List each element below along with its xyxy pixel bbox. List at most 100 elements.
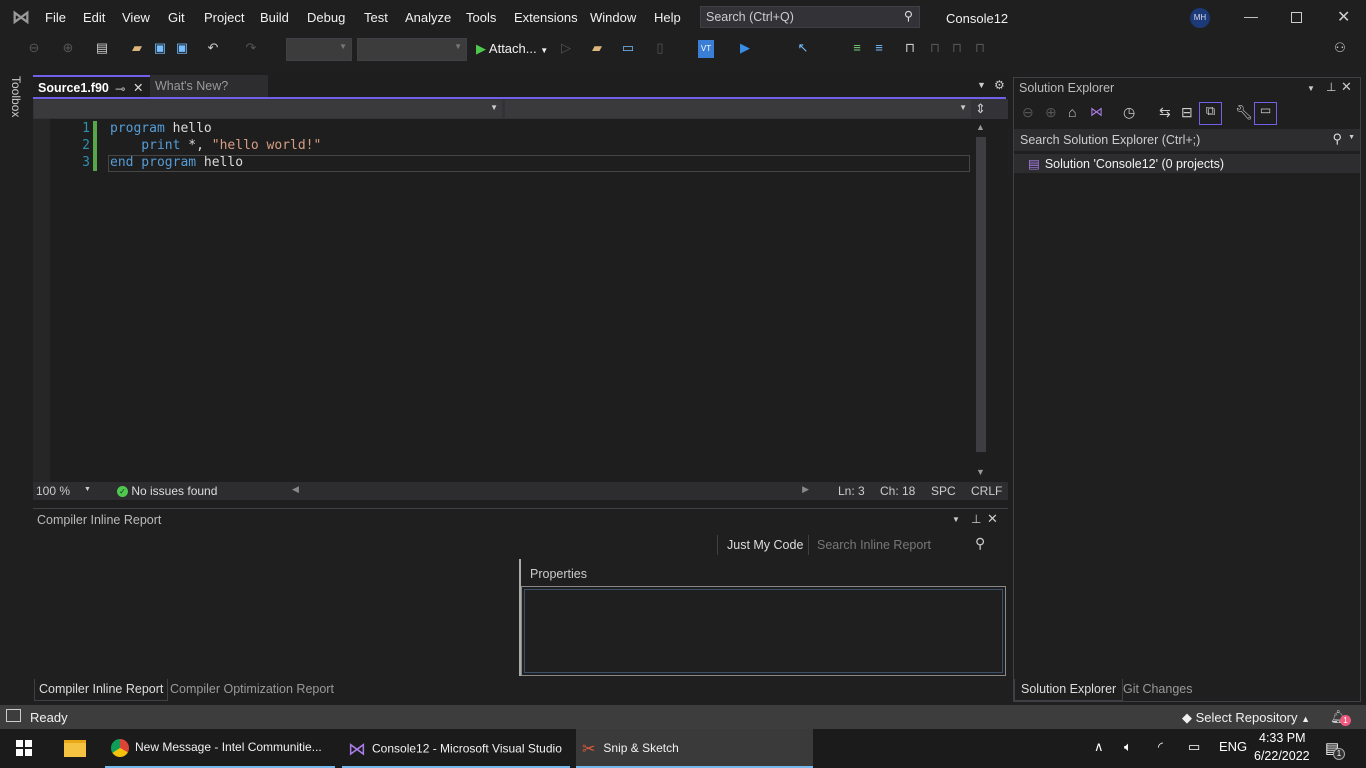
comment-icon[interactable]: ≡	[847, 40, 867, 58]
switch-views-icon[interactable]: ⋈	[1090, 104, 1103, 120]
find-in-files-icon[interactable]: ▰	[587, 40, 607, 58]
close-tab-icon[interactable]: ✕	[133, 80, 143, 95]
taskbar-app-snip-sketch[interactable]: ✂ Snip & Sketch	[576, 729, 813, 768]
notifications-bell-icon[interactable]: 🔔︎ 1	[1330, 709, 1351, 726]
scroll-down-icon[interactable]: ▼	[976, 467, 985, 477]
scope-dropdown[interactable]: ▼	[34, 100, 502, 118]
tab-compiler-inline-report[interactable]: Compiler Inline Report	[34, 679, 169, 701]
start-without-debug-icon[interactable]: ▷	[556, 40, 576, 58]
tree-item-solution[interactable]: ▤ Solution 'Console12' (0 projects)	[1014, 154, 1360, 173]
settings-gear-icon[interactable]: ⚙	[994, 78, 1005, 92]
menu-help[interactable]: Help	[654, 10, 681, 25]
scroll-left-icon[interactable]: ◀	[292, 484, 299, 495]
tab-solution-explorer[interactable]: Solution Explorer	[1014, 679, 1124, 701]
prev-bookmark-icon[interactable]: ⊓	[925, 40, 945, 58]
minimize-button[interactable]: —	[1244, 8, 1258, 24]
split-window-icon[interactable]: ⇕	[975, 101, 986, 117]
pin-icon[interactable]: ⊥	[1326, 80, 1336, 94]
battery-icon[interactable]: ▭	[1188, 739, 1200, 755]
start-button[interactable]	[16, 740, 32, 756]
configuration-dropdown[interactable]: ▼	[286, 38, 352, 61]
close-panel-icon[interactable]: ✕	[1341, 79, 1352, 95]
tab-compiler-optimization-report[interactable]: Compiler Optimization Report	[170, 682, 334, 696]
next-bookmark-icon[interactable]: ⊓	[947, 40, 967, 58]
just-my-code-toggle[interactable]: Just My Code	[727, 538, 803, 552]
select-repository-button[interactable]: ◆ Select Repository ▲	[1182, 710, 1310, 726]
properties-wrench-icon[interactable]: 🔧︎	[1235, 104, 1253, 121]
search-solution-explorer-input[interactable]: Search Solution Explorer (Ctrl+;) ⚲ ▼	[1014, 129, 1360, 151]
redo-icon[interactable]: ↷	[241, 40, 261, 58]
menu-edit[interactable]: Edit	[83, 10, 105, 25]
save-all-icon[interactable]: ▣	[172, 40, 192, 58]
tab-git-changes[interactable]: Git Changes	[1123, 682, 1192, 696]
menu-project[interactable]: Project	[204, 10, 244, 25]
home-icon[interactable]: ⌂	[1068, 104, 1076, 120]
action-center-icon[interactable]: ▤ 1	[1325, 739, 1345, 760]
taskbar-app-chrome[interactable]: New Message - Intel Communitie...	[105, 729, 335, 768]
run-icon[interactable]: ▶	[735, 40, 755, 58]
sync-icon[interactable]: ⇆	[1159, 104, 1171, 121]
forward-icon[interactable]: ⊕	[1045, 104, 1057, 121]
scroll-up-icon[interactable]: ▲	[976, 122, 985, 132]
file-explorer-icon[interactable]	[64, 740, 86, 757]
search-options-icon[interactable]: ⚲	[975, 535, 985, 552]
zoom-dropdown[interactable]: 100 % ▼	[36, 484, 94, 498]
window-icon[interactable]: ▭	[618, 40, 638, 58]
show-all-files-icon[interactable]: ⧉	[1199, 102, 1222, 125]
scroll-thumb[interactable]	[976, 137, 986, 452]
line-ending-indicator[interactable]: CRLF	[971, 484, 1002, 498]
platform-dropdown[interactable]: ▼	[357, 38, 467, 61]
menu-view[interactable]: View	[122, 10, 150, 25]
horizontal-scrollbar[interactable]: ◀ ▶	[290, 484, 815, 498]
menu-window[interactable]: Window	[590, 10, 636, 25]
clock-time[interactable]: 4:33 PM	[1259, 731, 1306, 745]
preview-icon[interactable]: ▭	[1254, 102, 1277, 125]
show-hidden-icons[interactable]: ∧	[1094, 739, 1104, 755]
menu-tools[interactable]: Tools	[466, 10, 496, 25]
pending-changes-filter-icon[interactable]: ◷	[1123, 104, 1135, 121]
menu-debug[interactable]: Debug	[307, 10, 345, 25]
user-avatar[interactable]: MH	[1190, 8, 1210, 28]
code-line[interactable]: program hello	[110, 121, 212, 136]
tab-whats-new[interactable]: What's New?	[150, 75, 268, 97]
whitespace-indicator[interactable]: SPC	[931, 484, 956, 498]
back-icon[interactable]: ⊖	[24, 40, 44, 58]
save-icon[interactable]: ▣	[150, 40, 170, 58]
code-line[interactable]: print *, "hello world!"	[110, 138, 321, 153]
vs-logo-icon[interactable]: ⋈	[12, 7, 34, 27]
tab-list-dropdown[interactable]: ▼	[977, 80, 986, 90]
profiler-icon[interactable]: ▯	[650, 40, 670, 58]
tab-source1[interactable]: Source1.f90 ⊸ ✕	[33, 75, 150, 97]
restore-button[interactable]	[1291, 12, 1302, 23]
vertical-scrollbar[interactable]: ▲ ▼	[973, 119, 989, 483]
code-line[interactable]: end program hello	[110, 155, 243, 170]
pin-icon[interactable]: ⊥	[971, 512, 981, 526]
volume-icon[interactable]: 🔈︎	[1124, 739, 1132, 755]
vtune-icon[interactable]: VT	[698, 40, 714, 58]
clock-date[interactable]: 6/22/2022	[1254, 749, 1310, 763]
undo-icon[interactable]: ↶	[203, 40, 223, 58]
close-button[interactable]: ✕	[1337, 7, 1350, 27]
live-share-icon[interactable]: ⚇	[1330, 40, 1350, 58]
panel-options-icon[interactable]: ▼	[952, 515, 960, 524]
pin-icon[interactable]: ⊸	[115, 81, 125, 96]
open-folder-icon[interactable]: ▰	[127, 40, 147, 58]
taskbar-app-visual-studio[interactable]: ⋈ Console12 - Microsoft Visual Studio	[342, 729, 570, 768]
network-icon[interactable]: ◜	[1158, 739, 1163, 755]
menu-file[interactable]: File	[45, 10, 66, 25]
clear-bookmarks-icon[interactable]: ⊓	[970, 40, 990, 58]
code-editor[interactable]	[33, 119, 973, 483]
menu-build[interactable]: Build	[260, 10, 289, 25]
pointer-icon[interactable]: ↖	[793, 40, 813, 58]
scroll-right-icon[interactable]: ▶	[802, 484, 809, 495]
language-indicator[interactable]: ENG	[1219, 739, 1247, 754]
menu-analyze[interactable]: Analyze	[405, 10, 451, 25]
output-icon[interactable]	[6, 709, 21, 722]
search-input[interactable]: Search (Ctrl+Q) ⚲	[700, 6, 920, 28]
issues-indicator[interactable]: ✓ No issues found	[117, 484, 217, 498]
close-panel-icon[interactable]: ✕	[987, 511, 998, 527]
toolbox-tab[interactable]: Toolbox	[9, 76, 23, 117]
new-project-icon[interactable]: ▤	[92, 40, 112, 58]
forward-icon[interactable]: ⊕	[58, 40, 78, 58]
back-icon[interactable]: ⊖	[1022, 104, 1034, 121]
